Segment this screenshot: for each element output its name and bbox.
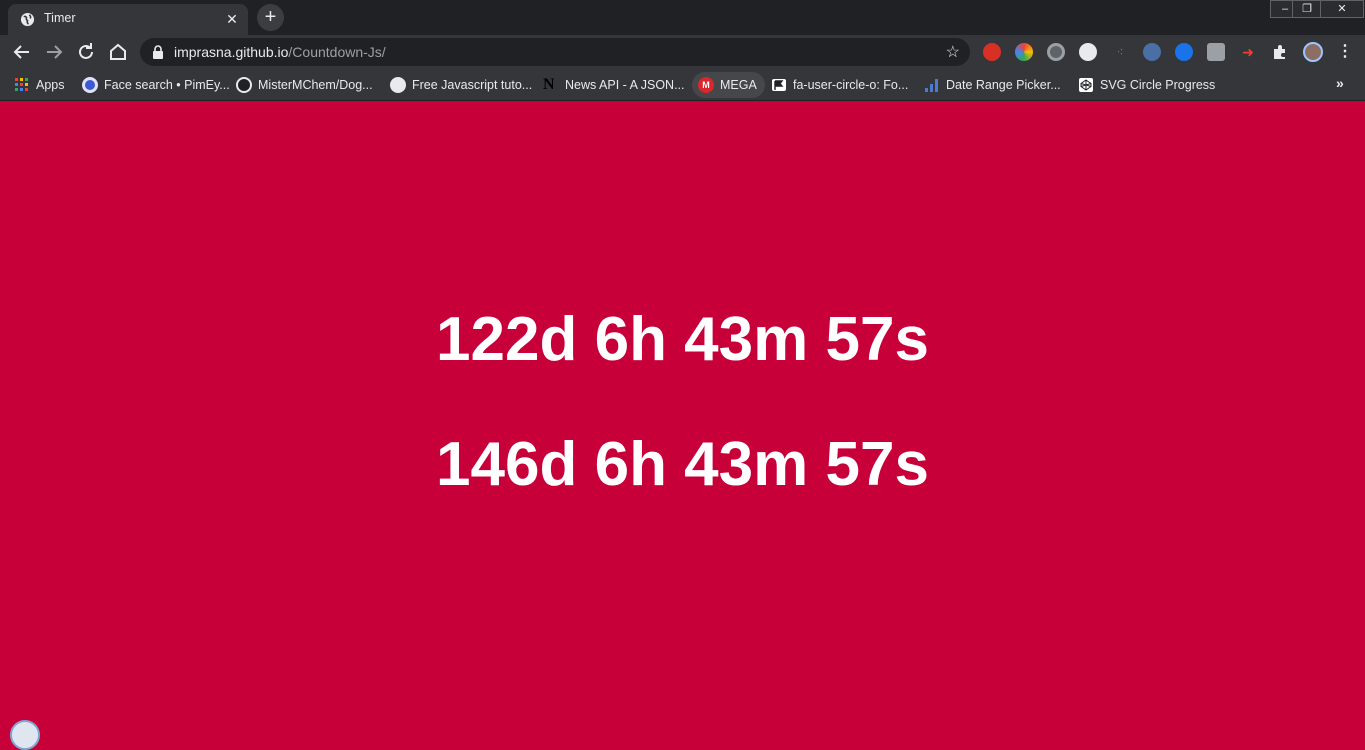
bookmark-mega[interactable]: M MEGA (692, 72, 765, 98)
close-window-button[interactable]: ✕ (1320, 0, 1364, 18)
bookmark-svg-circle-progress[interactable]: SVG Circle Progress (1078, 76, 1215, 94)
address-bar[interactable]: imprasna.github.io/Countdown-Js/ ☆ (140, 38, 970, 66)
url-text: imprasna.github.io/Countdown-Js/ (174, 44, 386, 60)
globe-icon (390, 77, 406, 93)
new-tab-button[interactable]: + (257, 4, 284, 31)
countdown-timer-2: 146d 6h 43m 57s (436, 430, 929, 499)
record-extension-icon[interactable]: ➜ (1239, 43, 1257, 61)
floating-badge-icon[interactable] (10, 720, 40, 750)
pimeyes-icon (82, 77, 98, 93)
bookmark-js-tutorial[interactable]: Free Javascript tuto... (390, 76, 532, 94)
chrome-menu-icon[interactable]: ⋮ (1337, 41, 1353, 61)
bar-chart-icon (925, 79, 938, 92)
bookmark-label: Apps (36, 78, 65, 92)
bookmark-label: MEGA (720, 78, 757, 92)
bookmark-label: News API - A JSON... (565, 78, 685, 92)
adblock-extension-icon[interactable] (983, 43, 1001, 61)
globe-icon (20, 12, 35, 27)
codepen-icon (1079, 78, 1093, 92)
tab-title: Timer (44, 11, 76, 25)
reload-icon[interactable] (74, 40, 98, 64)
bookmarks-bar: Apps Face search • PimEy... MisterMChem/… (0, 69, 1365, 101)
forward-arrow-icon[interactable] (42, 40, 66, 64)
url-path: /Countdown-Js/ (288, 44, 386, 60)
font-extension-icon[interactable] (1207, 43, 1225, 61)
restore-button[interactable]: ❐ (1292, 0, 1322, 18)
bookmarks-overflow-icon[interactable]: » (1336, 75, 1344, 91)
page-content: 122d 6h 43m 57s 146d 6h 43m 57s (0, 102, 1365, 750)
url-domain: imprasna.github.io (174, 44, 289, 60)
apps-grid-icon (15, 78, 28, 91)
avatar[interactable] (1303, 42, 1323, 62)
mega-icon: M (698, 77, 714, 93)
flag-icon (772, 79, 786, 91)
color-picker-extension-icon[interactable] (1015, 43, 1033, 61)
dots-extension-icon[interactable]: ⁖ (1111, 43, 1129, 61)
newsapi-icon: N (543, 76, 555, 93)
brackets-extension-icon[interactable] (1079, 43, 1097, 61)
bookmark-label: Date Range Picker... (946, 78, 1061, 92)
lock-icon (153, 45, 163, 59)
moon-extension-icon[interactable] (1143, 43, 1161, 61)
bookmark-apps[interactable]: Apps (14, 76, 65, 94)
bookmark-label: MisterMChem/Dog... (258, 78, 373, 92)
h-extension-icon[interactable] (1175, 43, 1193, 61)
bookmark-star-icon[interactable]: ☆ (946, 42, 960, 62)
bookmark-label: Face search • PimEy... (104, 78, 230, 92)
tab-timer[interactable]: Timer ✕ (8, 4, 248, 35)
tab-strip: Timer ✕ + – ❐ ✕ (0, 0, 1365, 35)
github-icon (236, 77, 252, 93)
bookmark-pimeyes[interactable]: Face search • PimEy... (82, 76, 230, 94)
back-arrow-icon[interactable] (10, 40, 34, 64)
bookmark-fa-user-circle[interactable]: fa-user-circle-o: Fo... (771, 76, 908, 94)
countdown-timer-1: 122d 6h 43m 57s (436, 305, 929, 374)
bookmark-label: Free Javascript tuto... (412, 78, 533, 92)
puzzle-extensions-icon[interactable] (1271, 43, 1289, 61)
browser-toolbar: imprasna.github.io/Countdown-Js/ ☆ ⁖ ➜ ⋮ (0, 35, 1365, 69)
tab-close-icon[interactable]: ✕ (224, 11, 240, 27)
bookmark-label: fa-user-circle-o: Fo... (793, 78, 909, 92)
bookmark-newsapi[interactable]: N News API - A JSON... (543, 76, 684, 94)
circle-extension-icon[interactable] (1047, 43, 1065, 61)
bookmark-github[interactable]: MisterMChem/Dog... (236, 76, 373, 94)
bookmark-date-range-picker[interactable]: Date Range Picker... (924, 76, 1061, 94)
bookmark-label: SVG Circle Progress (1100, 78, 1216, 92)
home-icon[interactable] (106, 40, 130, 64)
